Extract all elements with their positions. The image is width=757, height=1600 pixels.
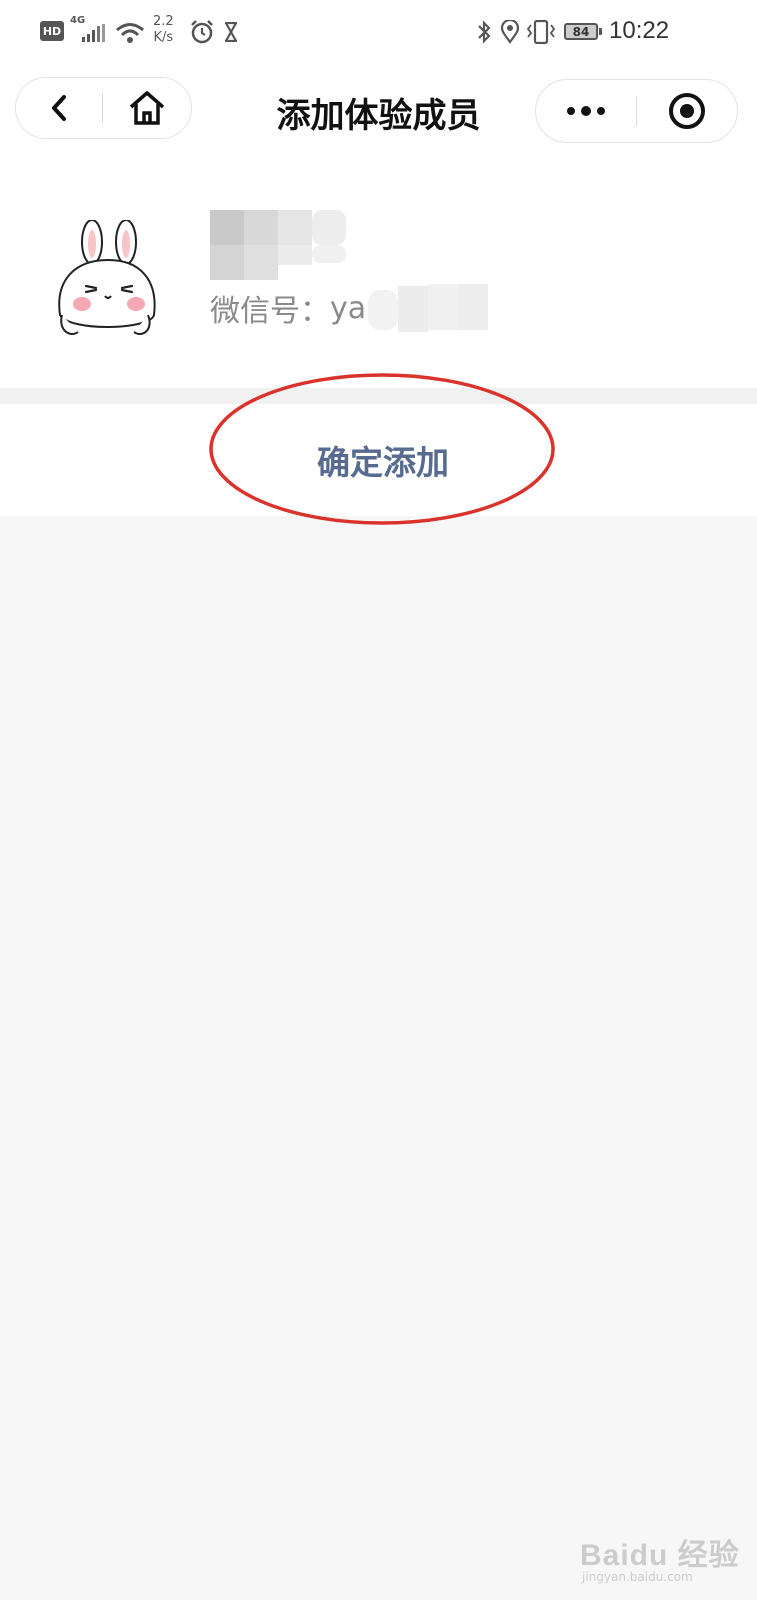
more-button[interactable]: [536, 80, 636, 142]
confirm-section: 确定添加: [0, 404, 757, 516]
wifi-icon: [116, 23, 144, 43]
nav-capsule-right: [535, 79, 738, 143]
wechat-id-row: 微信号： ya: [210, 284, 490, 332]
section-divider: [0, 388, 757, 404]
clock: 10:22: [609, 17, 670, 44]
status-bar-right: 84 10:22: [476, 14, 721, 50]
battery-tip: [599, 28, 602, 35]
close-miniprogram-button[interactable]: [637, 80, 737, 142]
watermark-brand: Baidu 经验: [580, 1539, 740, 1572]
nickname-blurred: [210, 210, 346, 280]
baidu-watermark: Baidu 经验 jingyan.baidu.com: [580, 1530, 740, 1590]
chevron-left-icon: [52, 95, 66, 121]
more-dots-icon: [567, 106, 605, 116]
avatar: [58, 220, 156, 335]
wechat-id-blurred: [368, 284, 489, 332]
hd-badge: HD: [40, 21, 64, 41]
battery-icon: 84: [564, 23, 598, 40]
bluetooth-icon: [478, 20, 491, 44]
wechat-id-label: 微信号：: [210, 294, 330, 329]
page-title: 添加体验成员: [276, 96, 481, 136]
location-icon: [500, 20, 520, 44]
network-speed: 2.2 K/s: [153, 14, 174, 46]
confirm-add-button[interactable]: 确定添加: [210, 404, 556, 516]
vibrate-icon: [526, 20, 556, 44]
signal-icon: [82, 24, 105, 42]
home-button[interactable]: [103, 78, 191, 138]
speed-unit: K/s: [153, 30, 174, 45]
member-profile-card: 微信号： ya: [0, 162, 757, 388]
hourglass-icon: [225, 22, 237, 42]
watermark-url: jingyan.baidu.com: [582, 1570, 693, 1584]
alarm-icon: [191, 20, 213, 44]
back-button[interactable]: [16, 78, 102, 138]
home-icon: [129, 91, 165, 125]
status-bar: HD 4G 2.2 K/s 84 10:22: [0, 0, 757, 62]
target-circle-icon: [669, 93, 705, 129]
speed-value: 2.2: [153, 14, 174, 29]
nav-capsule-left: [15, 77, 192, 139]
nav-bar: 添加体验成员: [0, 62, 757, 162]
wechat-id-value: ya: [330, 290, 367, 326]
